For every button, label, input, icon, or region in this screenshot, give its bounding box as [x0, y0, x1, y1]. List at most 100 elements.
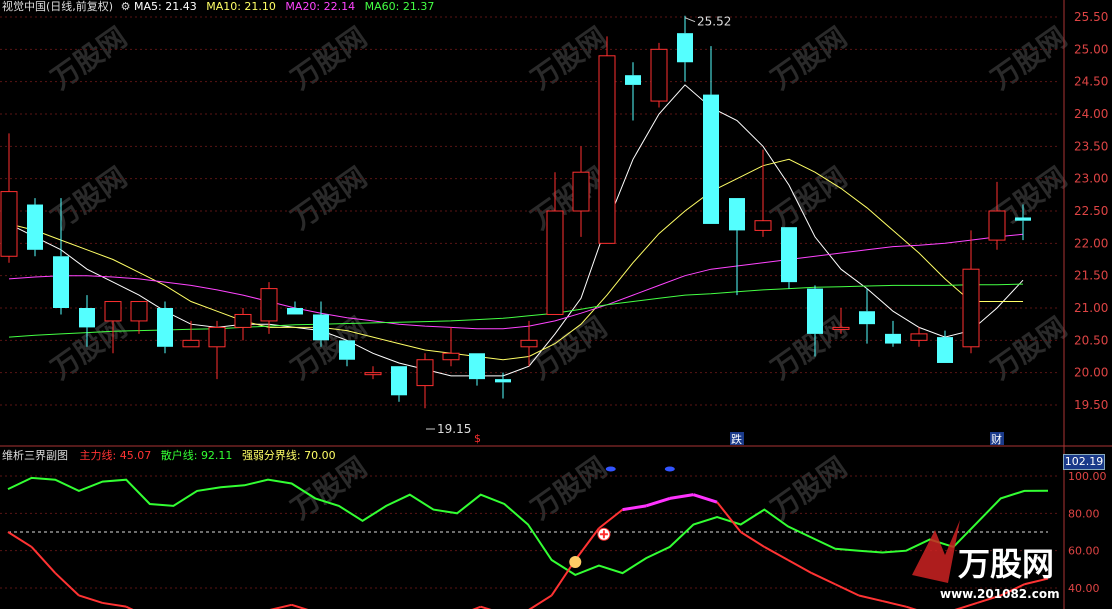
main-force-line-segment — [954, 601, 978, 609]
logo-brand-text: 万股网 — [958, 545, 1054, 583]
ma10-label: MA10: — [206, 0, 241, 13]
threshold-line-value: 70.00 — [304, 449, 336, 462]
candle-body — [157, 308, 173, 347]
candle-body — [130, 301, 148, 322]
top-signal-marker — [605, 466, 616, 472]
event-badge: 跌 — [730, 432, 744, 446]
candle — [598, 36, 616, 244]
candle-body — [520, 339, 538, 348]
candle-body — [313, 314, 329, 341]
stock-title: 视觉中国(日线,前复权) — [2, 0, 114, 13]
watermark-text: 万股网 — [765, 451, 853, 526]
watermark-text: 万股网 — [285, 161, 373, 236]
settings-gear-icon[interactable]: ⚙ — [121, 0, 131, 13]
indicator-tick-label: 100.00 — [1068, 470, 1107, 483]
main-force-line-segment — [102, 601, 127, 608]
candlesticks — [0, 15, 1031, 409]
ma60-label: MA60: — [364, 0, 400, 13]
candle — [885, 320, 901, 347]
main-force-line-segment — [7, 531, 33, 548]
price-tick-label: 21.50 — [1074, 269, 1108, 283]
price-tick-label: 25.00 — [1074, 42, 1108, 56]
candle-body — [234, 313, 252, 328]
candle-body — [495, 379, 511, 383]
candle — [416, 353, 434, 409]
top-signal-marker — [664, 466, 675, 472]
retail-line — [7, 476, 1049, 577]
candle — [27, 198, 43, 257]
candle-body — [962, 268, 980, 348]
candle-body — [469, 353, 485, 380]
buy-signal-dot — [569, 556, 582, 568]
price-tick-label: 24.50 — [1074, 75, 1108, 89]
candle-body — [287, 308, 303, 315]
retail-line-label: 散户线: — [160, 449, 198, 462]
plus-signal-icon — [597, 527, 611, 541]
candle — [130, 301, 148, 334]
main-force-line-segment — [269, 603, 292, 609]
main-force-line-segment — [598, 508, 624, 530]
watermark-text: 万股网 — [525, 451, 613, 526]
watermark-text: 万股网 — [45, 161, 133, 236]
candle-body — [572, 171, 590, 212]
main-force-line-segment — [763, 546, 789, 561]
price-tick-label: 19.50 — [1074, 398, 1108, 412]
candle-body — [182, 339, 200, 348]
candle-body — [260, 288, 278, 322]
price-tick-label: 23.00 — [1074, 172, 1108, 186]
candle — [364, 366, 382, 380]
price-extreme-text: 19.15 — [437, 422, 471, 436]
ma5-label: MA5: — [133, 0, 162, 13]
candle — [208, 320, 226, 380]
watermark-text: 万股网 — [285, 21, 373, 96]
candle — [781, 227, 797, 289]
candle-body — [339, 340, 355, 360]
candle-body — [104, 301, 122, 322]
price-tick-label: 23.50 — [1074, 139, 1108, 153]
event-badge: 财 — [990, 432, 1004, 446]
candle — [703, 46, 719, 224]
candle — [625, 62, 641, 121]
candle-body — [598, 55, 616, 244]
candle — [988, 181, 1006, 250]
price-extreme-pointer — [684, 17, 696, 23]
main-force-line-segment — [645, 496, 671, 508]
indicator-tick-label: 60.00 — [1068, 545, 1100, 558]
candle-body — [832, 326, 850, 330]
main-header: 视觉中国(日线,前复权) ⚙ MA5: 21.43 MA10: 21.10 MA… — [2, 0, 434, 14]
main-force-line-segment — [54, 572, 80, 597]
candle-body — [79, 308, 95, 328]
main-line-value: 45.07 — [119, 449, 152, 462]
candle — [650, 42, 668, 108]
stock-chart: 万股网 万股网 万股网 万股网 万股网万股网 万股网 万股网 万股网 万股网万股网 万股网 万股网万… — [0, 0, 1112, 609]
ma60-value: 21.37 — [402, 0, 435, 13]
watermark-text: 万股网 — [985, 21, 1073, 96]
buy-signal-icon — [569, 556, 582, 568]
candle-body — [391, 366, 407, 396]
main-force-line-segment — [528, 594, 553, 609]
chart-annotations: 25.52 19.15$ 跌 财 — [426, 15, 1004, 446]
main-force-line-segment — [716, 501, 742, 533]
main-force-line-segment — [882, 600, 907, 608]
price-extreme-label: 19.15 — [426, 422, 471, 436]
watermark-text: 万股网 — [45, 21, 133, 96]
candle-body — [781, 227, 797, 283]
candle-body — [754, 220, 772, 231]
event-badge-text: 财 — [991, 432, 1002, 446]
main-force-line-segment — [291, 603, 309, 609]
price-tick-label: 20.00 — [1074, 366, 1108, 380]
price-tick-label: 25.50 — [1074, 10, 1108, 24]
price-tick-label: 20.50 — [1074, 333, 1108, 347]
main-force-line-segment — [622, 504, 647, 512]
main-force-line-segment — [669, 493, 694, 500]
candle-body — [910, 333, 928, 341]
threshold-line-label: 强弱分界线: — [241, 449, 301, 462]
indicator-tick-label: 40.00 — [1068, 582, 1100, 595]
candle-body — [53, 256, 69, 308]
main-force-line-segment — [693, 493, 718, 504]
candle-body — [208, 326, 226, 348]
candle-body — [0, 191, 18, 257]
ma20-label: MA20: — [285, 0, 321, 13]
indicator-axis-labels: 100.00 80.00 60.00 40.00 — [1068, 470, 1107, 595]
price-tick-label: 21.00 — [1074, 301, 1108, 315]
